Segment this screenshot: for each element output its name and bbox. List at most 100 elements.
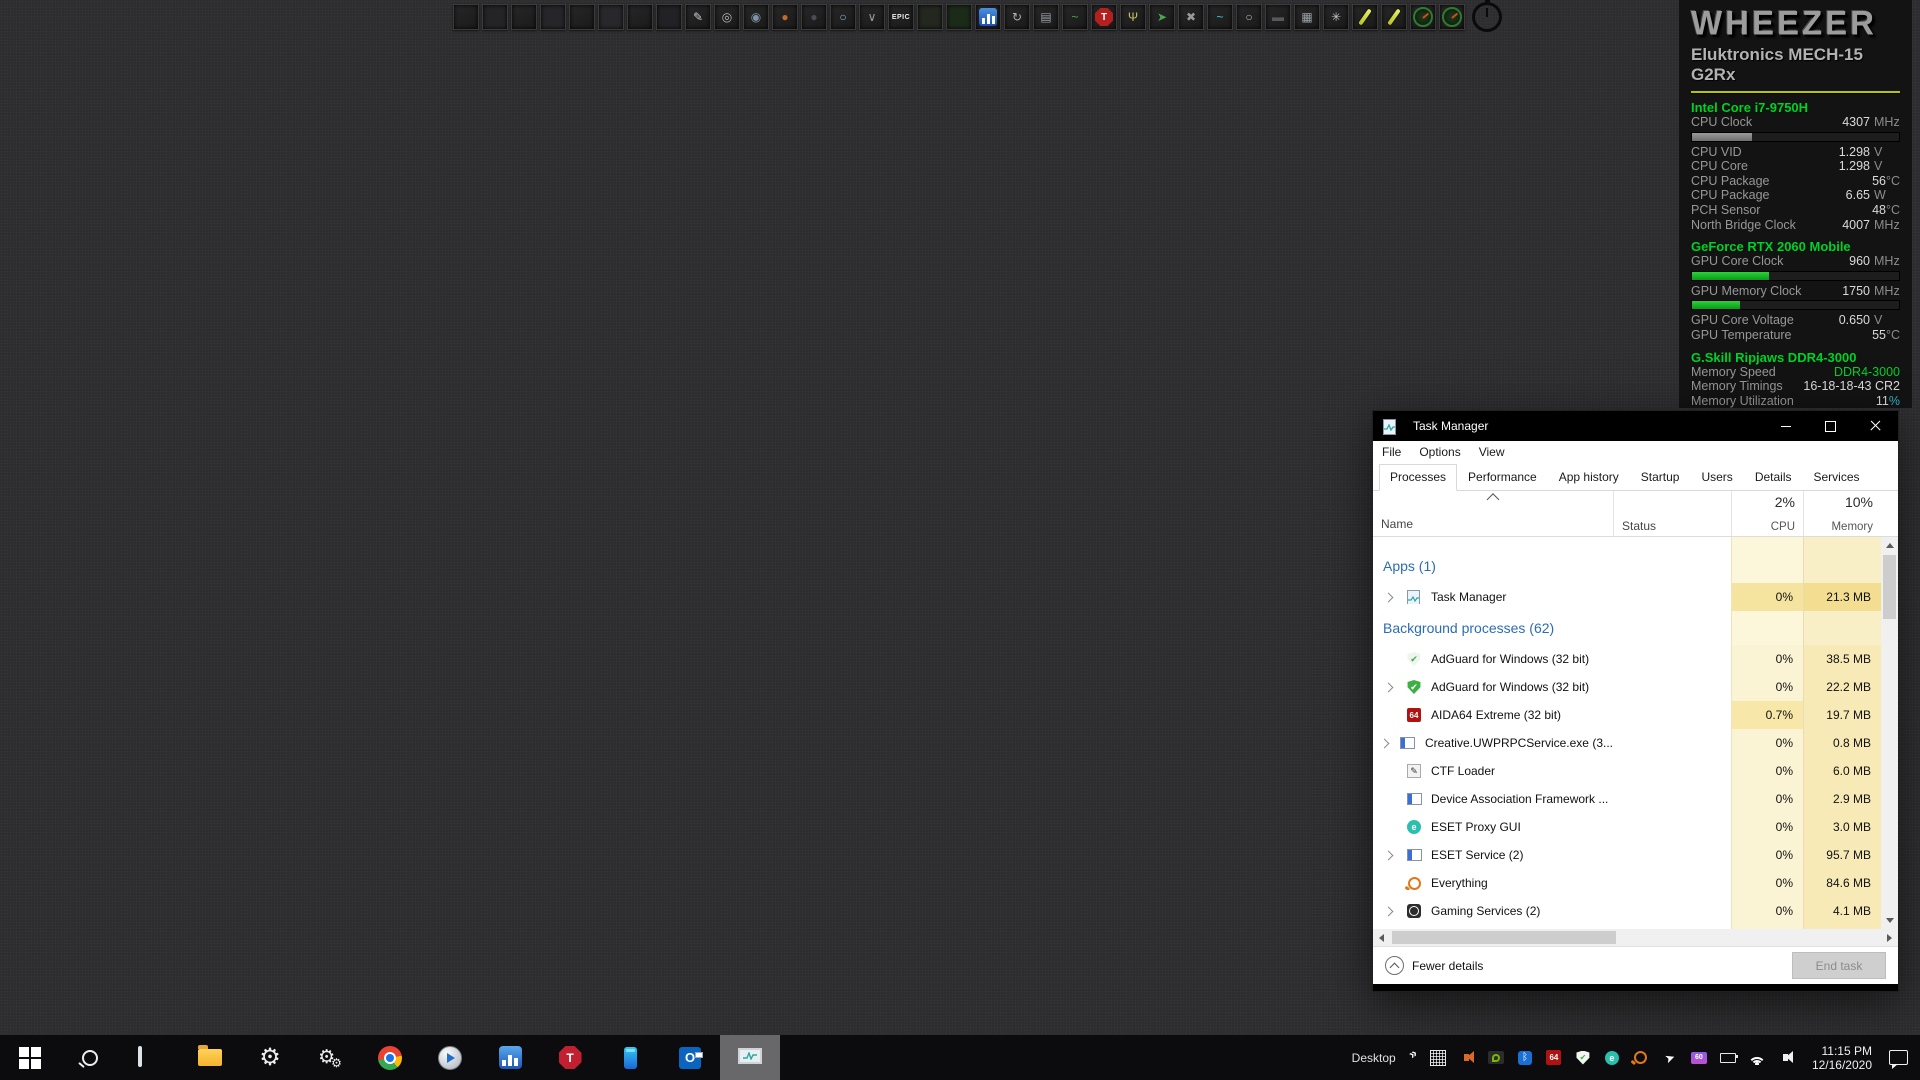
process-row[interactable]: Device Association Framework ... 0% 2.9 MB xyxy=(1373,785,1881,813)
wifi-tray-icon[interactable] xyxy=(1747,1049,1766,1067)
tab-processes[interactable]: Processes xyxy=(1379,464,1458,491)
data-table-icon[interactable]: ▤ xyxy=(1033,4,1059,30)
process-row[interactable]: ✔ AdGuard for Windows (32 bit) 0% 22.2 MB xyxy=(1373,673,1881,701)
menu-view[interactable]: View xyxy=(1470,445,1514,459)
pointer-tray-icon[interactable]: ➤ xyxy=(1661,1049,1679,1067)
process-row[interactable]: ✔ AdGuard for Windows (32 bit) 0% 38.5 MB xyxy=(1373,645,1881,673)
bluetooth-tray-icon[interactable]: ᛒ xyxy=(1516,1049,1534,1067)
wallpaper-thumb-5-icon[interactable] xyxy=(569,4,595,30)
touch-grid-tray-icon[interactable] xyxy=(1429,1049,1447,1067)
horizontal-scroll-thumb[interactable] xyxy=(1392,931,1616,944)
process-row[interactable]: Gaming Services (2) 0% 4.1 MB xyxy=(1373,897,1881,925)
wallpaper-thumb-1-icon[interactable] xyxy=(453,4,479,30)
expand-chevron-icon[interactable] xyxy=(1379,592,1397,602)
taskbar-task-manager-button[interactable] xyxy=(720,1035,780,1080)
desktop-toolbar-label[interactable]: Desktop xyxy=(1352,1051,1396,1065)
gauge-knob-2-icon[interactable] xyxy=(1439,4,1465,30)
column-header-status[interactable]: Status xyxy=(1613,491,1731,536)
column-header-name[interactable]: Name xyxy=(1373,491,1613,536)
wallpaper-thumb-3-icon[interactable] xyxy=(511,4,537,30)
tab-startup[interactable]: Startup xyxy=(1630,464,1691,491)
wallpaper-thumb-6-icon[interactable] xyxy=(598,4,624,30)
process-row[interactable]: Everything 0% 84.6 MB xyxy=(1373,869,1881,897)
end-task-button[interactable]: End task xyxy=(1792,952,1886,979)
orange-orb-icon[interactable]: ● xyxy=(772,4,798,30)
faint-logo-icon[interactable] xyxy=(917,4,943,30)
taskbar-admin-gears-button[interactable]: ⚙ ⚙ xyxy=(300,1035,360,1080)
green-pointer-icon[interactable]: ➤ xyxy=(1149,4,1175,30)
wallpaper-thumb-7-icon[interactable] xyxy=(627,4,653,30)
tab-users[interactable]: Users xyxy=(1690,464,1743,491)
taskbar-stop-t-app-button[interactable]: T xyxy=(540,1035,600,1080)
fewer-details-toggle[interactable]: Fewer details xyxy=(1412,959,1483,973)
minimize-button[interactable] xyxy=(1763,411,1808,441)
scroll-left-arrow[interactable] xyxy=(1373,929,1390,946)
feather-pen-icon[interactable]: ✎ xyxy=(685,4,711,30)
maximize-button[interactable] xyxy=(1808,411,1853,441)
taskbar-file-explorer-button[interactable] xyxy=(180,1035,240,1080)
group-header-row[interactable]: Background processes (62) xyxy=(1373,611,1881,645)
cross-wings-icon[interactable]: ✖ xyxy=(1178,4,1204,30)
process-row[interactable]: ✎ CTF Loader 0% 6.0 MB xyxy=(1373,757,1881,785)
process-row[interactable]: 64 AIDA64 Extreme (32 bit) 0.7% 19.7 MB xyxy=(1373,701,1881,729)
uplay-power-icon[interactable]: ○ xyxy=(830,4,856,30)
expand-chevron-icon[interactable] xyxy=(1379,682,1397,692)
wallpaper-thumb-2-icon[interactable] xyxy=(482,4,508,30)
taskbar-hw-stats-button[interactable] xyxy=(480,1035,540,1080)
teal-waveform-icon[interactable]: ~ xyxy=(1207,4,1233,30)
process-row[interactable]: Task Manager 0% 21.3 MB xyxy=(1373,583,1881,611)
dark-pill-icon[interactable]: ▬ xyxy=(1265,4,1291,30)
clock[interactable]: 11:15 PM 12/16/2020 xyxy=(1812,1044,1872,1072)
taskbar-outlook-button[interactable]: O xyxy=(660,1035,720,1080)
display-60-tray-icon[interactable]: 60 xyxy=(1690,1049,1708,1067)
column-header-cpu[interactable]: 2% CPU xyxy=(1731,491,1803,536)
battery-tray-icon[interactable] xyxy=(1719,1049,1739,1067)
ring-circle-icon[interactable]: ○ xyxy=(1236,4,1262,30)
wallpaper-thumb-8-icon[interactable] xyxy=(656,4,682,30)
group-header-row[interactable]: Apps (1) xyxy=(1373,549,1881,583)
sync-arrows-icon[interactable]: ↻ xyxy=(1004,4,1030,30)
wallpaper-thumb-4-icon[interactable] xyxy=(540,4,566,30)
green-terrain-icon[interactable] xyxy=(946,4,972,30)
camera-ring-icon[interactable]: ◎ xyxy=(714,4,740,30)
tab-app-history[interactable]: App history xyxy=(1548,464,1630,491)
tab-details[interactable]: Details xyxy=(1744,464,1803,491)
signal-antenna-icon[interactable]: Ψ xyxy=(1120,4,1146,30)
process-row[interactable]: Creative.UWPRPCService.exe (3... 0% 0.8 MB xyxy=(1373,729,1881,757)
camera-lens-icon[interactable]: ◉ xyxy=(743,4,769,30)
taskbar-settings-button[interactable]: ⚙ xyxy=(240,1035,300,1080)
vertical-scroll-thumb[interactable] xyxy=(1883,555,1896,619)
expand-chevron-icon[interactable] xyxy=(1379,906,1397,916)
expand-chevron-icon[interactable] xyxy=(1379,738,1391,748)
scroll-up-arrow[interactable] xyxy=(1881,537,1898,554)
process-row[interactable]: e ESET Proxy GUI 0% 3.0 MB xyxy=(1373,813,1881,841)
taskbar-start-button[interactable] xyxy=(0,1035,60,1080)
yellow-pencil-1-icon[interactable] xyxy=(1352,4,1378,30)
menu-options[interactable]: Options xyxy=(1410,445,1469,459)
scroll-right-arrow[interactable] xyxy=(1881,929,1898,946)
vertical-scrollbar[interactable] xyxy=(1881,537,1898,929)
hw-monitor-bars-icon[interactable] xyxy=(975,4,1001,30)
taskbar-search-button[interactable] xyxy=(60,1035,120,1080)
gauge-knob-1-icon[interactable] xyxy=(1410,4,1436,30)
taskbar-remote-desktop-button[interactable] xyxy=(120,1035,180,1080)
horizontal-scrollbar[interactable] xyxy=(1373,929,1898,946)
epic-games-icon[interactable]: EPIC xyxy=(888,4,914,30)
volume-mixer-tray-icon[interactable] xyxy=(1458,1049,1476,1067)
everything-tray-icon[interactable] xyxy=(1632,1049,1650,1067)
expand-chevron-icon[interactable] xyxy=(1379,850,1397,860)
column-header-memory[interactable]: 10% Memory xyxy=(1803,491,1881,536)
green-wave-icon[interactable]: ~ xyxy=(1062,4,1088,30)
tile-grid-icon[interactable]: ▦ xyxy=(1294,4,1320,30)
action-center-icon[interactable] xyxy=(1889,1050,1908,1069)
adguard-tray-icon[interactable]: ✔ xyxy=(1574,1049,1592,1067)
show-hidden-icons-chevron[interactable]: » xyxy=(1405,1045,1420,1061)
menu-file[interactable]: File xyxy=(1373,445,1410,459)
volume-tray-icon[interactable] xyxy=(1777,1049,1795,1067)
aida64-tray-icon[interactable]: 64 xyxy=(1545,1049,1563,1067)
tab-services[interactable]: Services xyxy=(1803,464,1871,491)
taskbar-media-player-button[interactable] xyxy=(420,1035,480,1080)
tab-performance[interactable]: Performance xyxy=(1457,464,1548,491)
eset-tray-icon[interactable]: e xyxy=(1603,1049,1621,1067)
stop-t-icon[interactable]: T xyxy=(1091,4,1117,30)
